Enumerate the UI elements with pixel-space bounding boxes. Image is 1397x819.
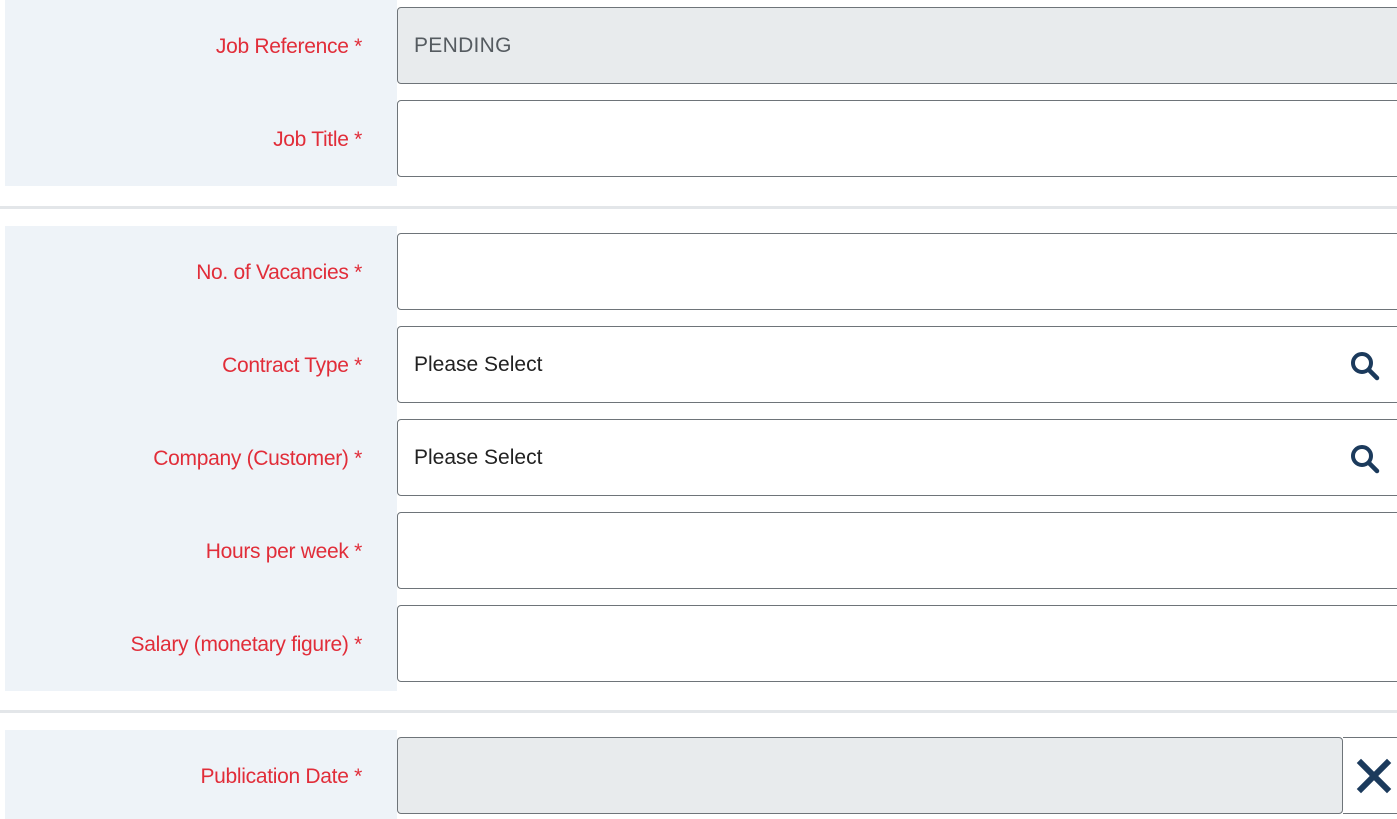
vacancies-label: No. of Vacancies * [196,260,362,284]
salary-label: Salary (monetary figure) * [130,632,363,656]
job-reference-row: Job Reference * PENDING [0,0,1397,93]
section-divider [0,206,1397,209]
contract-type-row: Contract Type * Please Select [0,319,1397,412]
search-icon[interactable] [1345,346,1385,386]
publication-date-label: Publication Date * [200,764,362,788]
hours-row: Hours per week * [0,505,1397,598]
job-title-input[interactable] [397,100,1397,177]
close-icon [1356,758,1392,794]
publication-date-input[interactable] [397,737,1343,814]
contract-type-label: Contract Type * [222,353,362,377]
salary-row: Salary (monetary figure) * [0,598,1397,691]
company-value: Please Select [414,445,543,469]
job-title-row: Job Title * [0,93,1397,186]
section-divider [0,710,1397,713]
job-form: Job Reference * PENDING Job Title * No. … [0,0,1397,819]
hours-input[interactable] [397,512,1397,589]
vacancies-input[interactable] [397,233,1397,310]
company-row: Company (Customer) * Please Select [0,412,1397,505]
hours-label: Hours per week * [205,539,363,563]
job-title-label: Job Title * [273,127,362,151]
company-label: Company (Customer) * [153,446,362,470]
search-icon[interactable] [1345,439,1385,479]
company-select[interactable]: Please Select [397,419,1397,496]
contract-type-value: Please Select [414,352,543,376]
job-reference-label: Job Reference * [215,34,362,58]
publication-date-row: Publication Date * [0,730,1397,819]
vacancies-row: No. of Vacancies * [0,226,1397,319]
contract-type-select[interactable]: Please Select [397,326,1397,403]
salary-input[interactable] [397,605,1397,682]
clear-date-button[interactable] [1343,737,1397,814]
job-reference-field: PENDING [397,7,1397,84]
job-reference-value: PENDING [414,33,512,57]
